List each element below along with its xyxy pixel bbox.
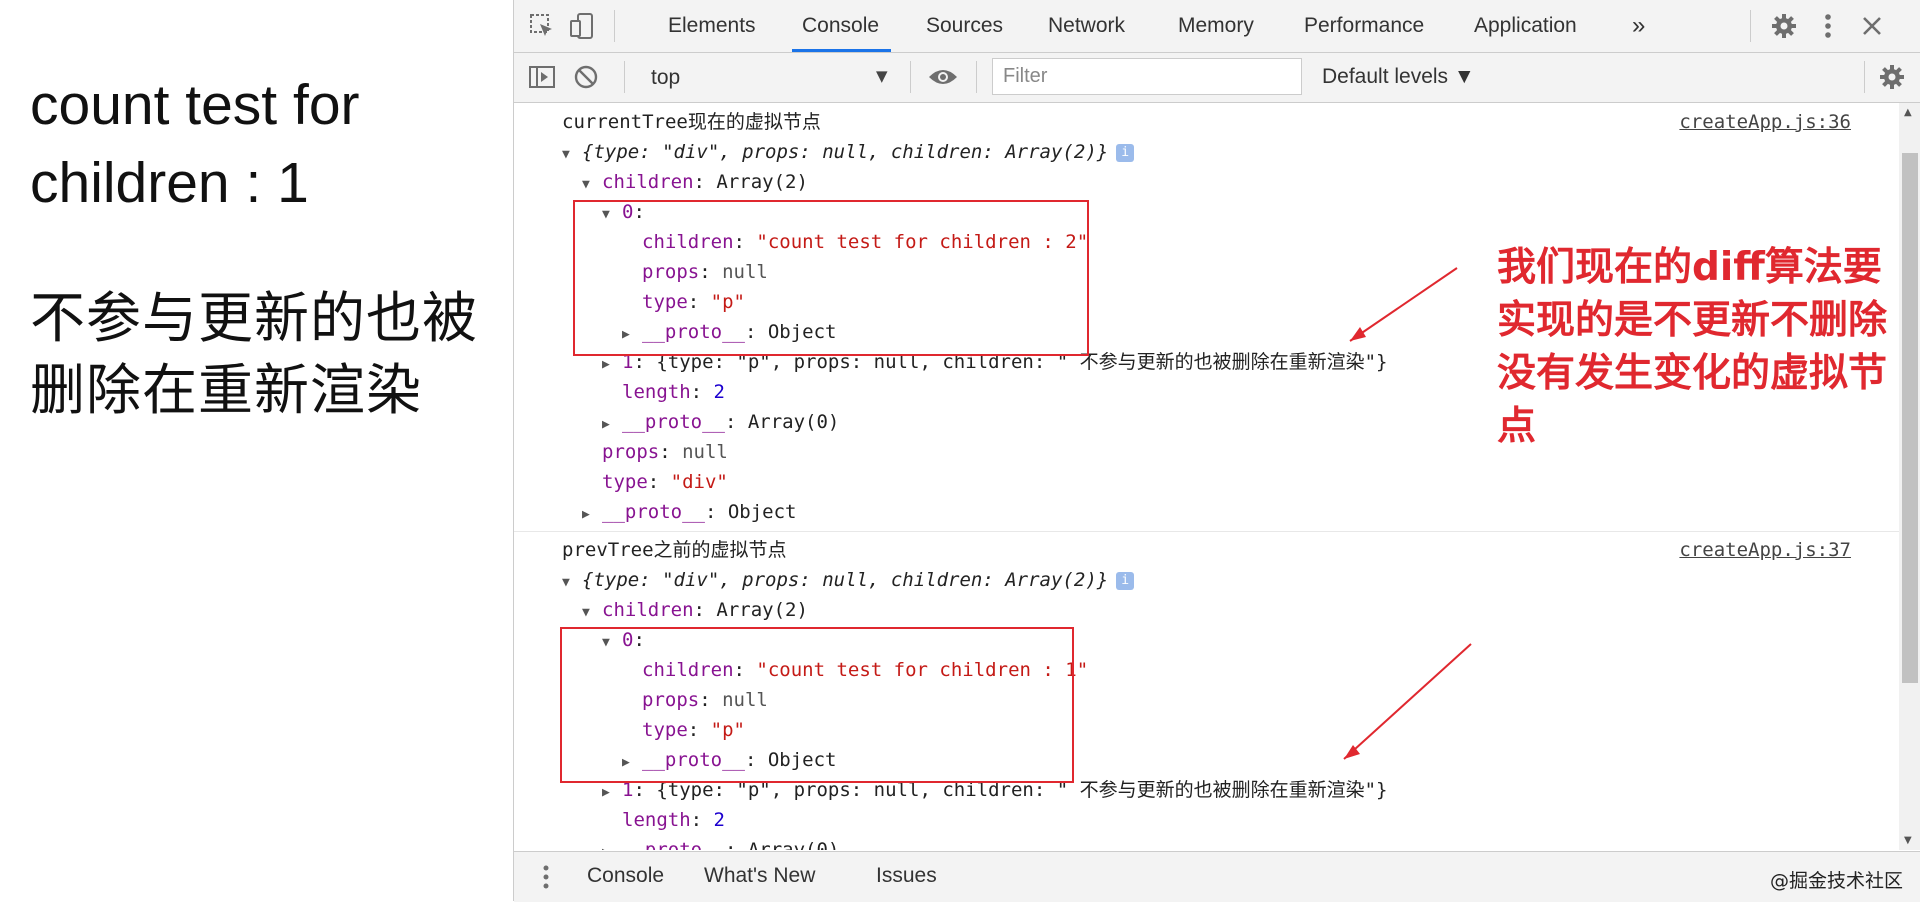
scroll-down-icon[interactable]: ▼ xyxy=(1904,835,1912,846)
tab-application[interactable]: Application xyxy=(1474,0,1577,52)
log-levels-dropdown[interactable]: Default levels ▼ xyxy=(1322,65,1475,89)
tab-sources[interactable]: Sources xyxy=(926,0,1003,52)
toolbar-divider-3 xyxy=(976,61,977,93)
eye-icon[interactable] xyxy=(925,59,961,95)
device-toggle-icon[interactable] xyxy=(564,8,600,44)
scroll-thumb[interactable] xyxy=(1902,153,1918,683)
drawer-tab-console[interactable]: Console xyxy=(587,864,664,888)
drawer-menu-icon[interactable] xyxy=(528,859,564,895)
tab-memory[interactable]: Memory xyxy=(1178,0,1254,52)
close-icon[interactable] xyxy=(1854,8,1890,44)
toolbar-divider xyxy=(624,61,625,93)
context-selector[interactable]: top xyxy=(651,66,680,90)
sidebar-toggle-icon[interactable] xyxy=(524,59,560,95)
tab-console[interactable]: Console xyxy=(791,0,892,52)
tab-elements[interactable]: Elements xyxy=(668,0,756,52)
annotation-arrows xyxy=(1343,267,1472,760)
scroll-up-icon[interactable]: ▲ xyxy=(1904,107,1912,118)
console-output: currentTree现在的虚拟节点 createApp.js:36 ▼ {typ… xyxy=(514,103,1899,850)
tabbar-divider xyxy=(614,10,615,42)
drawer-tabbar: Console What's New Issues @掘金技术社区 xyxy=(514,851,1920,902)
console-toolbar: top ▼ Filter Default levels ▼ xyxy=(514,53,1920,103)
console-scrollbar[interactable]: ▲ ▼ xyxy=(1899,103,1920,850)
devtools-panel: Elements Console Sources Network Memory … xyxy=(513,0,1920,902)
tab-performance[interactable]: Performance xyxy=(1304,0,1424,52)
more-tabs-button[interactable]: » xyxy=(1632,0,1645,52)
page-subtext: 不参与更新的也被删除在重新渲染 xyxy=(30,286,479,422)
page-preview: count test for children : 1 不参与更新的也被删除在重… xyxy=(0,0,513,901)
annotation-text: 我们现在的diff算法要实现的是不更新不删除没有发生变化的虚拟节点 xyxy=(1497,245,1888,449)
inspect-icon[interactable] xyxy=(524,8,560,44)
page-heading: count test for children : 1 xyxy=(30,73,360,215)
context-dropdown-icon[interactable]: ▼ xyxy=(876,67,888,85)
drawer-tab-whats-new[interactable]: What's New xyxy=(704,864,815,888)
settings-gear-icon[interactable] xyxy=(1766,8,1802,44)
watermark: @掘金技术社区 xyxy=(1769,870,1903,892)
toolbar-divider-4 xyxy=(1864,61,1865,93)
console-settings-icon[interactable] xyxy=(1874,59,1910,95)
tabbar-divider-right xyxy=(1750,10,1751,42)
filter-input[interactable]: Filter xyxy=(992,58,1302,95)
drawer-tab-issues[interactable]: Issues xyxy=(876,864,937,888)
tab-network[interactable]: Network xyxy=(1048,0,1125,52)
toolbar-divider-2 xyxy=(910,61,911,93)
clear-console-icon[interactable] xyxy=(568,59,604,95)
more-vert-icon[interactable] xyxy=(1810,8,1846,44)
devtools-tabbar: Elements Console Sources Network Memory … xyxy=(514,0,1920,53)
